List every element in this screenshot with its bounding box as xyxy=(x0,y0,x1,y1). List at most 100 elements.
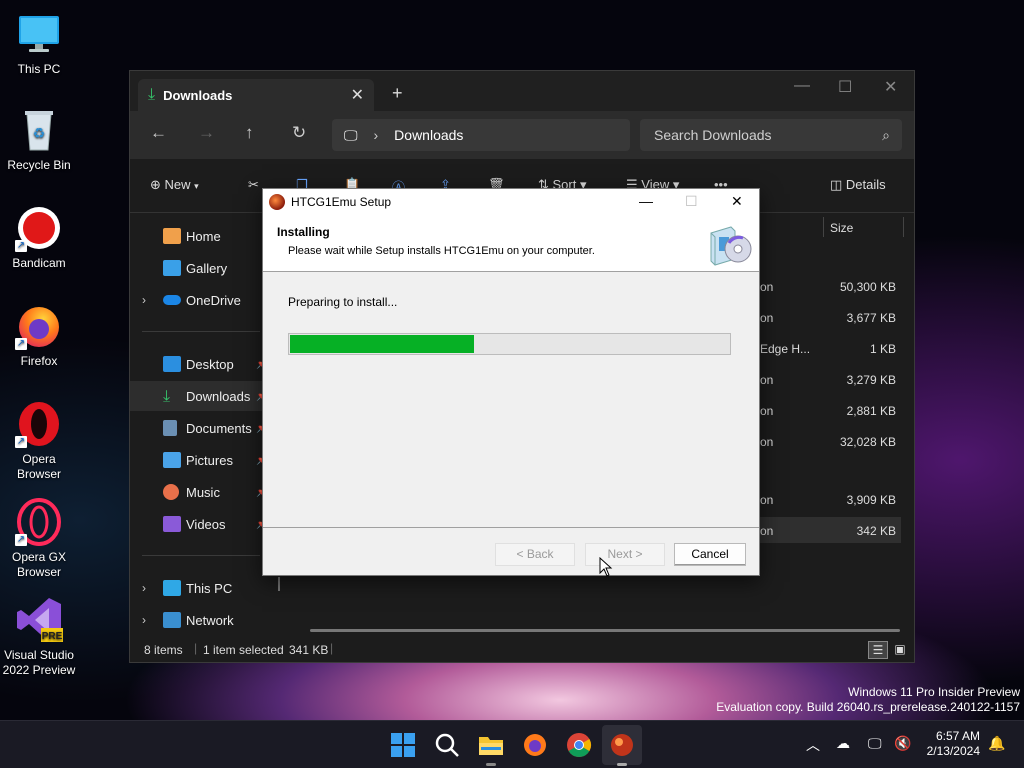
column-header-size[interactable]: Size xyxy=(830,221,853,235)
sidebar-item-label: This PC xyxy=(186,580,233,596)
shortcut-arrow-icon: ↗ xyxy=(15,436,27,448)
desktop-icon-visual-studio[interactable]: PRE Visual Studio 2022 Preview xyxy=(0,596,78,678)
desktop-icon-bandicam[interactable]: ↗ Bandicam xyxy=(0,204,78,271)
desktop-icon-this-pc[interactable]: This PC xyxy=(0,10,78,77)
sidebar-item-documents[interactable]: Documents📌 xyxy=(130,413,280,443)
home-icon xyxy=(163,228,181,244)
sidebar-item-onedrive[interactable]: › OneDrive xyxy=(130,285,280,315)
file-size-cell: 32,028 KB xyxy=(839,435,896,449)
sidebar-item-label: Gallery xyxy=(186,260,228,276)
file-type-cell: on xyxy=(760,493,774,507)
chevron-right-icon[interactable]: › xyxy=(142,293,146,307)
cut-icon[interactable]: ✂ xyxy=(248,177,259,193)
onedrive-icon xyxy=(163,295,181,305)
desktop-icon-recycle-bin[interactable]: ♻ Recycle Bin xyxy=(0,106,78,173)
sidebar-scrollbar[interactable] xyxy=(278,577,280,591)
sidebar-item-desktop[interactable]: Desktop📌 xyxy=(130,349,280,379)
file-size-cell: 342 KB xyxy=(856,524,896,538)
chevron-right-icon[interactable]: › xyxy=(142,581,146,595)
setup-dialog[interactable]: HTCG1Emu Setup — ☐ ✕ Installing Please w… xyxy=(262,188,760,576)
file-type-cell: on xyxy=(760,435,774,449)
address-bar[interactable]: 🖵 › Downloads xyxy=(332,119,630,151)
desktop-icon-opera-gx[interactable]: ↗ Opera GX Browser xyxy=(0,498,78,580)
close-tab-icon[interactable]: ✕ xyxy=(351,85,364,105)
up-arrow-icon[interactable]: ↑ xyxy=(245,123,254,143)
sidebar-item-home[interactable]: Home xyxy=(130,221,280,251)
chevron-down-icon: ▾ xyxy=(194,181,199,191)
desktop-icon xyxy=(163,356,181,372)
minimize-icon[interactable]: — xyxy=(794,77,810,95)
minimize-icon[interactable]: — xyxy=(639,193,653,209)
tab-label: Downloads xyxy=(163,87,233,103)
details-view-icon[interactable]: ☰ xyxy=(868,641,888,659)
file-type-cell: Edge H... xyxy=(760,342,811,356)
desktop-icon-label: Bandicam xyxy=(12,256,66,270)
sidebar-item-music[interactable]: Music📌 xyxy=(130,477,280,507)
close-icon[interactable]: ✕ xyxy=(884,77,897,97)
sidebar-item-this-pc[interactable]: › This PC xyxy=(130,573,280,603)
search-input[interactable]: Search Downloads ⌕ xyxy=(640,119,902,151)
evaluation-watermark: Windows 11 Pro Insider Preview Evaluatio… xyxy=(716,685,1020,715)
maximize-icon[interactable]: ☐ xyxy=(838,77,852,97)
close-icon[interactable]: ✕ xyxy=(731,193,743,210)
details-button[interactable]: ◫ Details xyxy=(830,177,886,193)
desktop-icon-firefox[interactable]: ↗ Firefox xyxy=(0,302,78,369)
sidebar-item-network[interactable]: › Network xyxy=(130,605,280,635)
new-button[interactable]: ⊕ New ▾ xyxy=(150,177,199,193)
explorer-titlebar[interactable]: ⤓ Downloads ✕ + — ☐ ✕ xyxy=(130,71,914,111)
sidebar-item-videos[interactable]: Videos📌 xyxy=(130,509,280,539)
cancel-button[interactable]: Cancel xyxy=(674,543,746,566)
notification-bell-icon[interactable]: 🔔 xyxy=(988,735,1005,752)
clock[interactable]: 6:57 AM 2/13/2024 xyxy=(927,729,980,759)
mouse-cursor-icon xyxy=(599,556,613,580)
network-icon[interactable]: 🖵 xyxy=(868,735,882,752)
file-size-cell: 2,881 KB xyxy=(846,404,896,418)
documents-icon xyxy=(163,420,177,436)
sidebar-item-label: Videos xyxy=(186,516,226,532)
chevron-up-icon[interactable]: ︿ xyxy=(806,735,820,755)
volume-muted-icon[interactable]: 🔇 xyxy=(894,735,911,752)
file-explorer-icon[interactable] xyxy=(478,732,504,758)
tab-downloads[interactable]: ⤓ Downloads ✕ xyxy=(138,79,374,111)
breadcrumb-downloads[interactable]: Downloads xyxy=(394,127,463,143)
tiles-view-icon[interactable]: ▣ xyxy=(890,641,910,659)
chevron-right-icon[interactable]: › xyxy=(142,613,146,627)
column-divider[interactable] xyxy=(903,217,904,237)
sidebar-item-gallery[interactable]: Gallery xyxy=(130,253,280,283)
item-count: 8 items xyxy=(144,643,183,657)
column-divider[interactable] xyxy=(823,217,824,237)
back-arrow-icon[interactable]: ← xyxy=(150,123,167,143)
desktop-icon-label: Opera Browser xyxy=(16,452,61,481)
setup-app-icon[interactable] xyxy=(609,732,635,758)
cloud-off-icon[interactable]: ☁ xyxy=(836,735,850,752)
sidebar-item-downloads[interactable]: ⤓Downloads📌 xyxy=(130,381,280,411)
desktop-icon-opera[interactable]: ↗ Opera Browser xyxy=(0,400,78,482)
plus-circle-icon: ⊕ xyxy=(150,177,161,192)
install-status-text: Preparing to install... xyxy=(288,295,398,309)
dialog-title: HTCG1Emu Setup xyxy=(291,195,392,209)
firefox-icon[interactable] xyxy=(522,732,548,758)
dialog-titlebar[interactable]: HTCG1Emu Setup — ☐ ✕ xyxy=(263,189,759,215)
forward-arrow-icon[interactable]: → xyxy=(198,123,215,143)
pre-badge: PRE xyxy=(42,631,63,642)
videos-icon xyxy=(163,516,181,532)
file-type-cell: on xyxy=(760,404,774,418)
refresh-icon[interactable]: ↻ xyxy=(292,123,306,143)
horizontal-scrollbar[interactable] xyxy=(310,629,900,632)
clock-time: 6:57 AM xyxy=(935,729,980,743)
file-size-cell: 3,677 KB xyxy=(846,311,896,325)
sidebar-item-label: Downloads xyxy=(186,388,251,404)
new-tab-button[interactable]: + xyxy=(392,83,403,104)
shortcut-arrow-icon: ↗ xyxy=(15,534,27,546)
sidebar-divider xyxy=(142,331,260,332)
file-type-cell: on xyxy=(760,280,774,294)
svg-text:♻: ♻ xyxy=(33,125,46,141)
chrome-icon[interactable] xyxy=(566,732,592,758)
active-app-indicator xyxy=(617,763,627,766)
search-icon[interactable] xyxy=(434,732,460,758)
start-windows-icon[interactable] xyxy=(390,732,416,758)
sidebar-item-label: Home xyxy=(186,228,221,244)
sidebar-item-label: Music xyxy=(186,484,220,500)
sidebar-item-pictures[interactable]: Pictures📌 xyxy=(130,445,280,475)
file-type-cell: on xyxy=(760,311,774,325)
